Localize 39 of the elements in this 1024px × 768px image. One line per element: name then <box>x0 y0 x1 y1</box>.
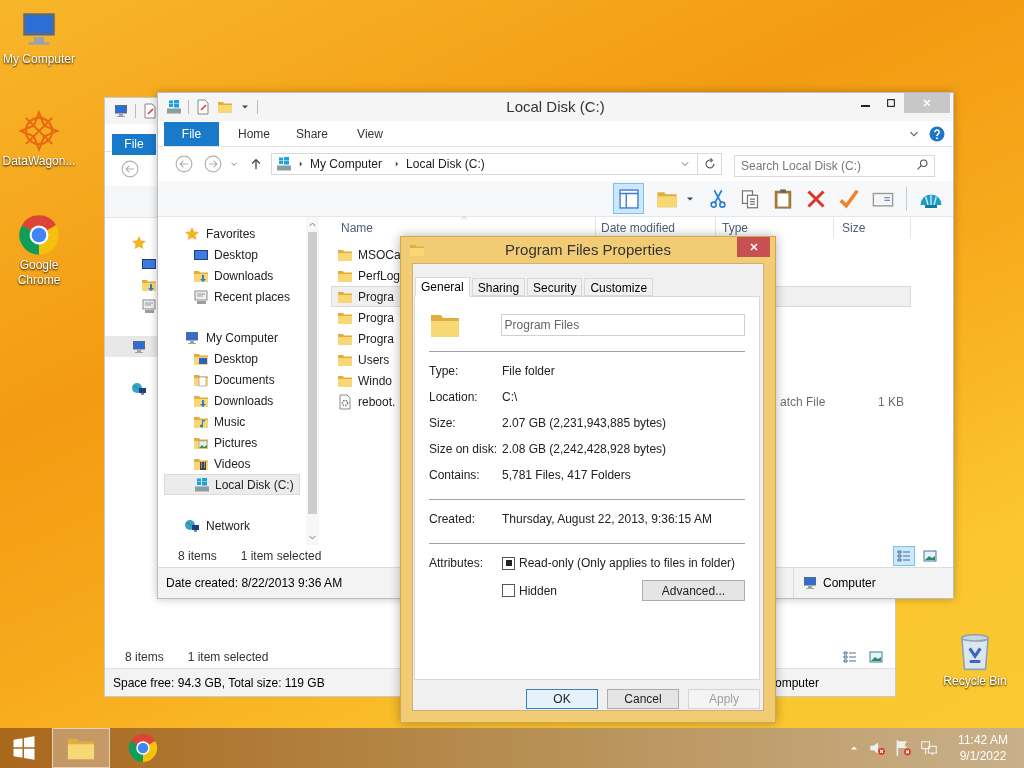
status-item-count: 8 items <box>125 649 164 666</box>
desktop-icon-label: DataWagon... <box>2 154 76 169</box>
dialog-title: Program Files Properties <box>505 239 671 260</box>
property-label: Created: <box>429 511 477 528</box>
details-text: Date created: 8/22/2013 9:36 AM <box>166 575 343 592</box>
property-label: Location: <box>429 389 479 406</box>
file-name: Progra <box>358 309 395 327</box>
property-label: Contains: <box>429 467 481 484</box>
checkbox-label: Hidden <box>519 582 558 600</box>
status-selection: 1 item selected <box>187 649 269 666</box>
property-label: Type: <box>429 363 460 380</box>
desktop-icon-label: Recycle Bin <box>943 674 1007 689</box>
property-value: File folder <box>502 363 555 380</box>
property-label: Size: <box>429 415 457 432</box>
file-size: 1 KB <box>878 394 904 409</box>
desktop-icon-label: Google Chrome <box>16 258 62 288</box>
property-value: 2.07 GB (2,231,943,885 bytes) <box>502 415 667 432</box>
file-name: reboot. <box>358 393 396 411</box>
file-name: Progra <box>358 330 395 348</box>
status-item-count: 8 items <box>178 548 217 565</box>
location-text: omputer <box>775 674 821 692</box>
file-name: Windo <box>358 372 392 390</box>
location-text: Computer <box>823 575 876 592</box>
file-type: atch File <box>780 394 826 409</box>
property-value: Thursday, August 22, 2013, 9:36:15 AM <box>502 511 712 528</box>
property-value: 5,781 Files, 417 Folders <box>502 467 631 484</box>
checkbox-label: Read-only (Only applies to files in folder) <box>519 555 736 572</box>
status-selection: 1 item selected <box>240 548 322 565</box>
property-label: Size on disk: <box>429 441 499 458</box>
property-value: C:\ <box>502 389 518 406</box>
file-name: Users <box>358 351 390 369</box>
property-value: 2.08 GB (2,242,428,928 bytes) <box>502 441 667 458</box>
window-title: Local Disk (C:) <box>506 96 605 117</box>
file-name: PerfLog <box>358 267 401 285</box>
details-text: Space free: 94.3 GB, Total size: 119 GB <box>113 674 325 692</box>
desktop-icon-label: My Computer <box>3 52 75 67</box>
file-name: Progra <box>358 288 395 306</box>
file-name: MSOCa <box>358 246 401 264</box>
property-label: Attributes: <box>429 555 485 572</box>
